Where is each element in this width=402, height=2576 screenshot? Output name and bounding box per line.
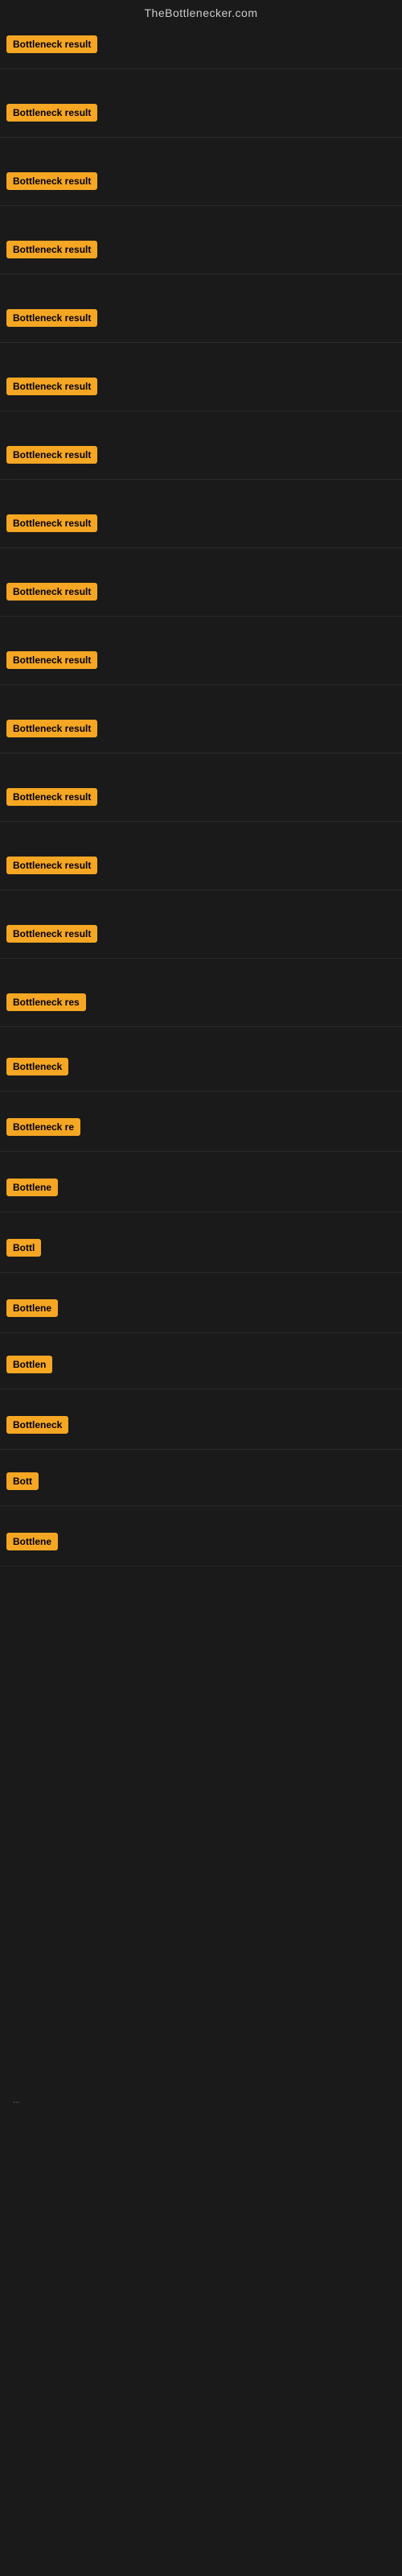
bottleneck-badge-24[interactable]: Bottlene xyxy=(6,1533,58,1550)
result-row-18: Bottlene xyxy=(0,1167,402,1212)
site-title: TheBottlenecker.com xyxy=(0,0,402,23)
bottleneck-badge-23[interactable]: Bott xyxy=(6,1472,39,1490)
ellipsis-indicator: ... xyxy=(6,2093,26,2108)
result-row-13: Bottleneck result xyxy=(0,845,402,890)
bottleneck-badge-8[interactable]: Bottleneck result xyxy=(6,514,97,532)
result-row-6: Bottleneck result xyxy=(0,366,402,411)
result-row-15: Bottleneck res xyxy=(0,982,402,1027)
bottleneck-badge-4[interactable]: Bottleneck result xyxy=(6,241,97,258)
bottleneck-badge-20[interactable]: Bottlene xyxy=(6,1299,58,1317)
result-row-1: Bottleneck result xyxy=(0,24,402,69)
result-row-2: Bottleneck result xyxy=(0,93,402,138)
bottleneck-badge-18[interactable]: Bottlene xyxy=(6,1179,58,1196)
bottleneck-badge-10[interactable]: Bottleneck result xyxy=(6,651,97,669)
result-row-23: Bott xyxy=(0,1461,402,1506)
result-row-5: Bottleneck result xyxy=(0,298,402,343)
result-row-4: Bottleneck result xyxy=(0,229,402,275)
bottleneck-badge-6[interactable]: Bottleneck result xyxy=(6,378,97,395)
result-row-16: Bottleneck xyxy=(0,1046,402,1092)
result-row-3: Bottleneck result xyxy=(0,161,402,206)
result-row-12: Bottleneck result xyxy=(0,777,402,822)
bottleneck-badge-19[interactable]: Bottl xyxy=(6,1239,41,1257)
result-row-22: Bottleneck xyxy=(0,1405,402,1450)
result-row-9: Bottleneck result xyxy=(0,572,402,617)
bottleneck-badge-15[interactable]: Bottleneck res xyxy=(6,993,86,1011)
bottleneck-badge-1[interactable]: Bottleneck result xyxy=(6,35,97,53)
result-row-7: Bottleneck result xyxy=(0,435,402,480)
bottleneck-badge-17[interactable]: Bottleneck re xyxy=(6,1118,80,1136)
result-row-11: Bottleneck result xyxy=(0,708,402,753)
bottleneck-badge-3[interactable]: Bottleneck result xyxy=(6,172,97,190)
bottleneck-badge-2[interactable]: Bottleneck result xyxy=(6,104,97,122)
bottleneck-badge-12[interactable]: Bottleneck result xyxy=(6,788,97,806)
bottleneck-badge-13[interactable]: Bottleneck result xyxy=(6,857,97,874)
result-row-21: Bottlen xyxy=(0,1344,402,1389)
bottleneck-badge-14[interactable]: Bottleneck result xyxy=(6,925,97,943)
result-row-20: Bottlene xyxy=(0,1288,402,1333)
bottleneck-badge-5[interactable]: Bottleneck result xyxy=(6,309,97,327)
bottleneck-badge-7[interactable]: Bottleneck result xyxy=(6,446,97,464)
bottleneck-badge-16[interactable]: Bottleneck xyxy=(6,1058,68,1075)
bottleneck-badge-9[interactable]: Bottleneck result xyxy=(6,583,97,601)
result-row-14: Bottleneck result xyxy=(0,914,402,959)
result-row-19: Bottl xyxy=(0,1228,402,1273)
result-row-10: Bottleneck result xyxy=(0,640,402,685)
bottleneck-badge-11[interactable]: Bottleneck result xyxy=(6,720,97,737)
result-row-24: Bottlene xyxy=(0,1521,402,1567)
page-wrapper: TheBottlenecker.com ... Bottleneck resul… xyxy=(0,0,402,23)
bottleneck-badge-22[interactable]: Bottleneck xyxy=(6,1416,68,1434)
result-row-8: Bottleneck result xyxy=(0,503,402,548)
result-row-17: Bottleneck re xyxy=(0,1107,402,1152)
bottleneck-badge-21[interactable]: Bottlen xyxy=(6,1356,52,1373)
